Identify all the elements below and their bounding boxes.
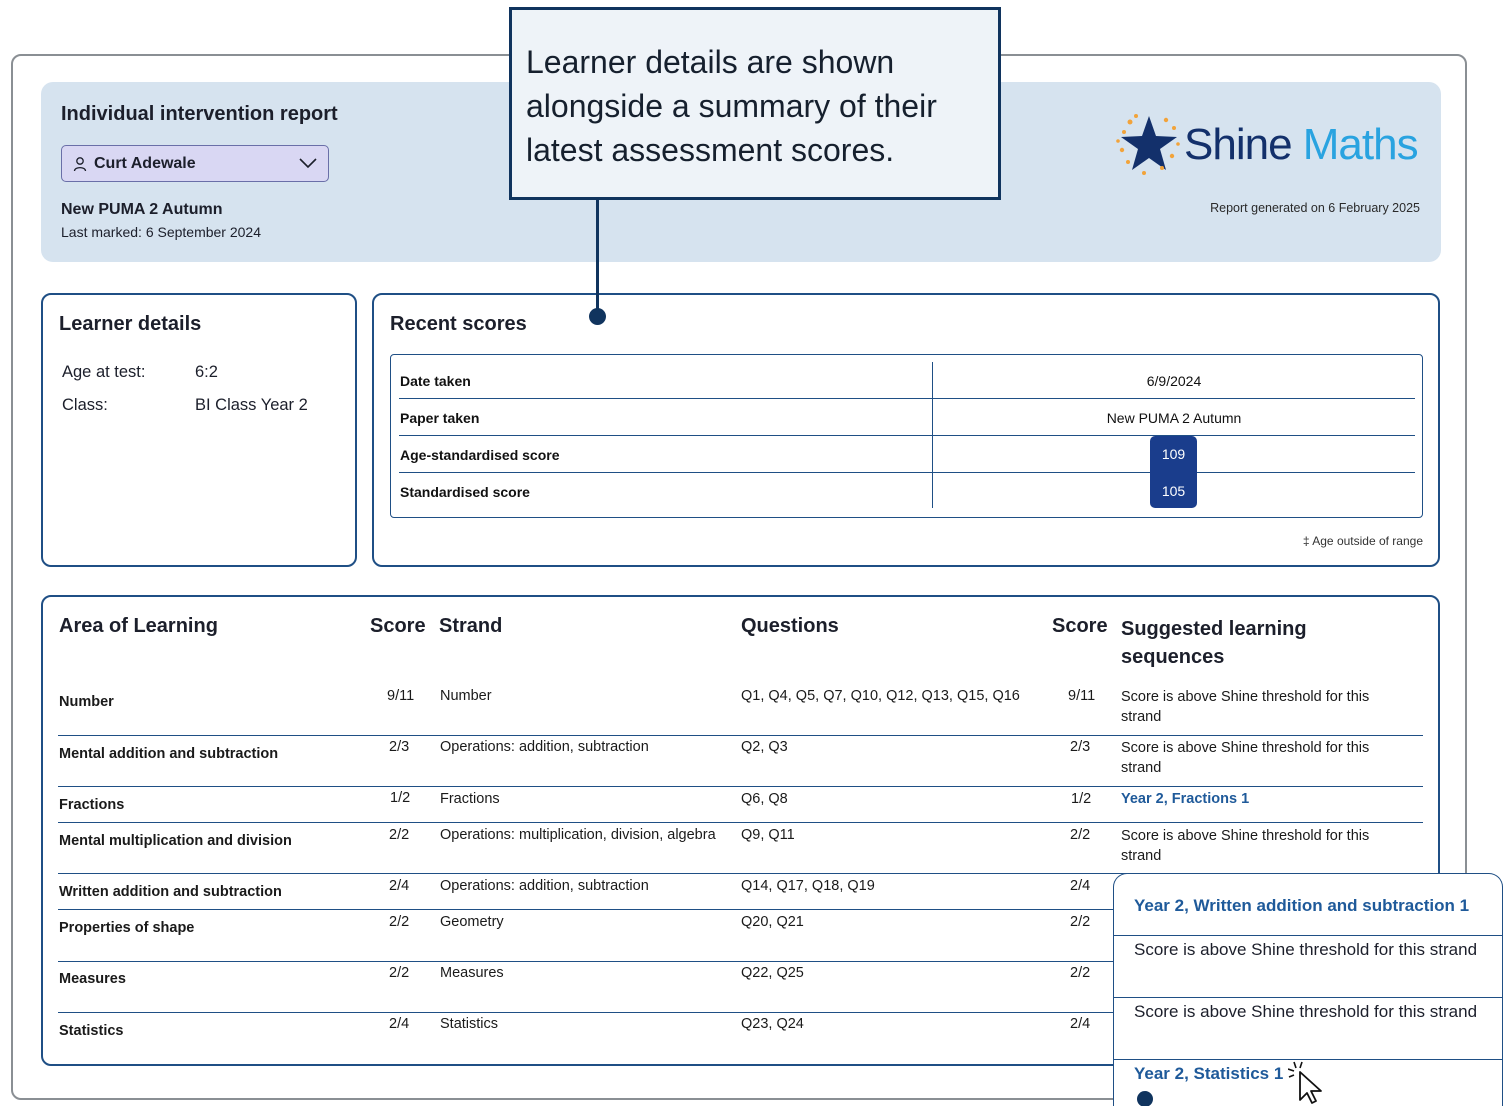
- strand-name: Operations: addition, subtraction: [440, 739, 649, 755]
- callout-box: Learner details are shown alongside a su…: [509, 7, 1001, 200]
- table-row: Date taken 6/9/2024: [399, 362, 1415, 399]
- scores-table: Date taken 6/9/2024 Paper taken New PUMA…: [390, 354, 1423, 518]
- area-score: 2/3: [389, 739, 410, 755]
- recent-scores-title: Recent scores: [390, 313, 527, 335]
- pointer-cursor-icon: [1288, 1061, 1322, 1104]
- table-row: Paper taken New PUMA 2 Autumn: [399, 399, 1415, 436]
- row-divider: [58, 1012, 1113, 1013]
- class-label: Class:: [62, 396, 108, 414]
- callout-connector: [596, 199, 599, 317]
- strand-name: Number: [440, 688, 492, 704]
- suggestion-text: Score is above Shine threshold for this …: [1121, 828, 1370, 864]
- row-divider: [58, 786, 1423, 787]
- area-score: 2/4: [389, 1016, 410, 1032]
- strand-score: 9/11: [1068, 688, 1096, 704]
- callout-text: Learner details are shown alongside a su…: [526, 44, 937, 168]
- age-label: Age at test:: [62, 363, 146, 381]
- area-name: Mental addition and subtraction: [59, 746, 279, 762]
- area-score: 2/2: [389, 827, 410, 843]
- strand-score: 1/2: [1071, 791, 1092, 807]
- standardised-score-badge: 105: [1150, 473, 1197, 508]
- header-strand: Strand: [439, 615, 503, 637]
- date-taken-label: Date taken: [400, 373, 471, 389]
- learner-details-title: Learner details: [59, 313, 202, 335]
- learning-sequence-link[interactable]: Year 2, Fractions 1: [1121, 791, 1249, 807]
- row-divider: [58, 909, 1113, 910]
- strand-name: Geometry: [440, 914, 504, 930]
- age-value: 6:2: [195, 363, 218, 381]
- table-row: Standardised score: [399, 473, 1415, 510]
- questions-list: Q2, Q3: [741, 739, 788, 755]
- area-name: Statistics: [59, 1023, 124, 1039]
- strand-score: 2/2: [1070, 965, 1091, 981]
- suggestion-text: Score is above Shine threshold for this …: [1121, 740, 1370, 776]
- suggestion-text: Score is above Shine threshold for this …: [1134, 1002, 1478, 1021]
- report-title: Individual intervention report: [61, 103, 338, 125]
- area-score: 1/2: [390, 790, 411, 806]
- header-score: Score: [370, 615, 426, 637]
- area-name: Number: [59, 694, 114, 710]
- table-divider: [932, 362, 933, 508]
- strand-name: Measures: [440, 965, 504, 981]
- age-standardised-score-badge: 109: [1150, 436, 1197, 473]
- header-score-2: Score: [1052, 615, 1108, 637]
- suggestion-text: Score is above Shine threshold for this …: [1121, 689, 1370, 725]
- strand-score: 2/2: [1070, 914, 1091, 930]
- age-standardised-label: Age-standardised score: [400, 447, 560, 463]
- row-divider: [58, 822, 1423, 823]
- row-divider: [58, 735, 1423, 736]
- callout-anchor-dot: [589, 308, 606, 325]
- strand-score: 2/4: [1070, 878, 1091, 894]
- row-divider: [1114, 997, 1503, 998]
- area-name: Fractions: [59, 797, 125, 813]
- last-marked: Last marked: 6 September 2024: [61, 224, 262, 240]
- paper-taken-label: Paper taken: [400, 410, 480, 426]
- questions-list: Q9, Q11: [741, 827, 795, 843]
- learner-name: Curt Adewale: [94, 154, 196, 172]
- strand-name: Operations: addition, subtraction: [440, 878, 649, 894]
- strand-score: 2/2: [1070, 827, 1091, 843]
- area-score: 2/2: [389, 965, 410, 981]
- shine-maths-logo: Shine Maths: [1116, 110, 1436, 180]
- header-area: Area of Learning: [59, 615, 218, 637]
- standardised-label: Standardised score: [400, 484, 530, 500]
- report-generated-date: Report generated on 6 February 2025: [1210, 201, 1420, 215]
- person-icon: [73, 156, 87, 171]
- table-row: Age-standardised score: [399, 436, 1415, 473]
- questions-list: Q14, Q17, Q18, Q19: [741, 878, 875, 894]
- star-logo-icon: [1116, 114, 1180, 175]
- questions-list: Q1, Q4, Q5, Q7, Q10, Q12, Q13, Q15, Q16: [741, 688, 1020, 704]
- learning-sequence-link[interactable]: Year 2, Written addition and subtraction…: [1134, 894, 1503, 918]
- date-taken-value: 6/9/2024: [1146, 373, 1202, 389]
- chevron-down-icon: [299, 158, 317, 169]
- class-value: BI Class Year 2: [195, 396, 308, 414]
- area-score: 9/11: [387, 688, 415, 704]
- age-outside-range-note: ‡ Age outside of range: [1302, 534, 1423, 548]
- strand-name: Operations: multiplication, division, al…: [440, 827, 716, 843]
- paper-taken-value: New PUMA 2 Autumn: [1106, 410, 1242, 426]
- area-name: Written addition and subtraction: [59, 884, 282, 900]
- area-name: Measures: [59, 971, 126, 987]
- area-name: Properties of shape: [59, 920, 195, 936]
- questions-list: Q6, Q8: [741, 791, 788, 807]
- questions-list: Q20, Q21: [741, 914, 804, 930]
- suggestion-text: Score is above Shine threshold for this …: [1134, 940, 1478, 959]
- questions-list: Q23, Q24: [741, 1016, 804, 1032]
- callout-anchor-dot: [1137, 1091, 1153, 1106]
- strand-score: 2/3: [1070, 739, 1091, 755]
- area-score: 2/4: [389, 878, 410, 894]
- area-score: 2/2: [389, 914, 410, 930]
- paper-name: New PUMA 2 Autumn: [61, 201, 223, 218]
- row-divider: [1114, 935, 1503, 936]
- logo-wordmark: Shine Maths: [1184, 120, 1419, 169]
- questions-list: Q22, Q25: [741, 965, 804, 981]
- strand-name: Statistics: [440, 1016, 499, 1032]
- header-questions: Questions: [741, 615, 839, 637]
- strand-score: 2/4: [1070, 1016, 1091, 1032]
- learner-select[interactable]: Curt Adewale: [61, 145, 329, 182]
- header-suggested: Suggested learning sequences: [1121, 618, 1307, 668]
- row-divider: [58, 961, 1113, 962]
- strand-name: Fractions: [440, 791, 500, 807]
- area-name: Mental multiplication and division: [59, 833, 292, 849]
